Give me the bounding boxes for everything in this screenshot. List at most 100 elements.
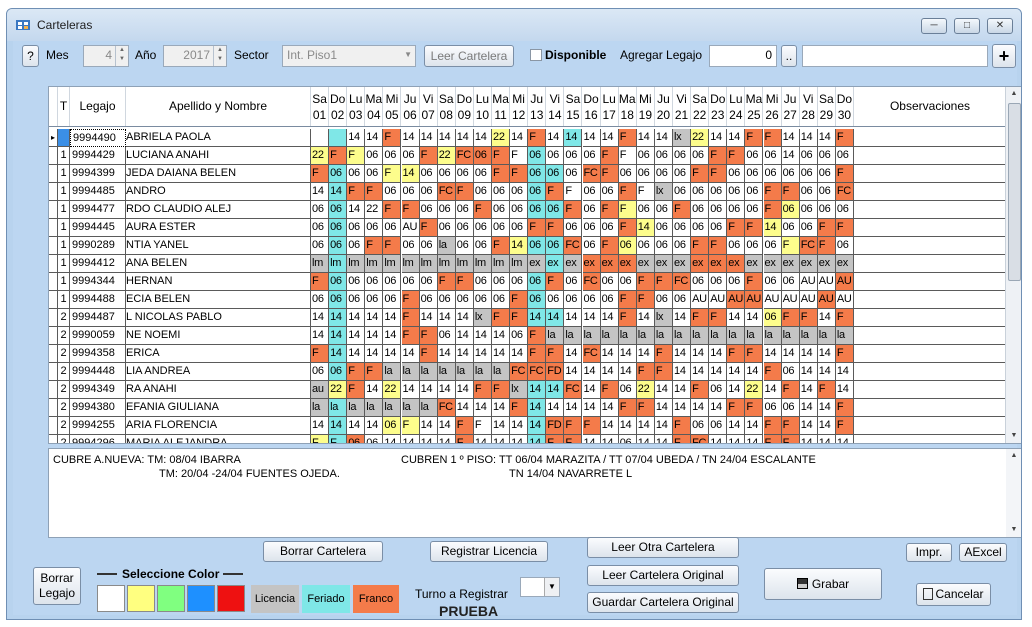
cell-day[interactable]: 06	[709, 219, 728, 237]
mes-spinner[interactable]: 4 ▲ ▼	[83, 45, 129, 67]
cell-day[interactable]: la	[582, 327, 601, 345]
cell-day[interactable]: F	[546, 345, 565, 363]
cell-day[interactable]: F	[455, 183, 474, 201]
cell-day[interactable]: F	[781, 417, 800, 435]
cell-observaciones[interactable]	[854, 255, 1007, 273]
cell-observaciones[interactable]	[854, 291, 1007, 309]
cell-day[interactable]: F	[763, 435, 782, 443]
cell-day[interactable]: 06	[473, 165, 492, 183]
cell-day[interactable]	[329, 129, 348, 147]
cell-day[interactable]: 14	[673, 363, 692, 381]
cell-day[interactable]: 06	[582, 147, 601, 165]
row-indicator[interactable]	[49, 381, 58, 399]
cell-day[interactable]: 06	[709, 381, 728, 399]
cell-day[interactable]: 14	[473, 345, 492, 363]
cell-day[interactable]: ex	[745, 255, 764, 273]
cell-day[interactable]: 06	[817, 201, 836, 219]
cell-day[interactable]: 14	[347, 345, 366, 363]
cell-day[interactable]: F	[835, 129, 854, 147]
anio-spinner[interactable]: 2017 ▲ ▼	[163, 45, 227, 67]
leer-otra-cartelera-button[interactable]: Leer Otra Cartelera	[587, 537, 739, 558]
cell-t[interactable]: 1	[58, 165, 70, 183]
cell-day[interactable]: AU	[799, 273, 818, 291]
sector-select[interactable]: Int. Piso1 ▼	[282, 45, 416, 67]
color-swatch[interactable]	[157, 585, 185, 612]
cell-nombre[interactable]: NE NOEMI	[126, 327, 311, 345]
cell-day[interactable]: FC	[582, 273, 601, 291]
header-day-3[interactable]: Lu 03	[347, 87, 366, 126]
cell-day[interactable]: 14	[691, 363, 710, 381]
cell-day[interactable]: F	[401, 201, 420, 219]
cell-legajo[interactable]: 9994255	[70, 417, 126, 435]
cell-day[interactable]: 14	[510, 417, 529, 435]
row-indicator[interactable]	[49, 399, 58, 417]
cell-day[interactable]: 06	[691, 273, 710, 291]
cell-day[interactable]: F	[546, 273, 565, 291]
cell-day[interactable]: 14	[600, 399, 619, 417]
cell-day[interactable]: 06	[510, 183, 529, 201]
cell-day[interactable]: 06	[691, 147, 710, 165]
mes-spin-arrows[interactable]: ▲ ▼	[115, 46, 128, 66]
cell-day[interactable]: 14	[437, 129, 456, 147]
cell-day[interactable]: 06	[673, 291, 692, 309]
cell-day[interactable]: 06	[419, 165, 438, 183]
row-indicator[interactable]: ▸	[49, 129, 58, 147]
cell-day[interactable]: 14	[673, 381, 692, 399]
cell-observaciones[interactable]	[854, 381, 1007, 399]
header-nombre[interactable]: Apellido y Nombre	[126, 87, 311, 126]
cell-t[interactable]	[58, 129, 70, 147]
table-row[interactable]: 1 9994399 JEDA DAIANA BELEN F 06 06 06 F 14 06 06 0…	[49, 165, 1007, 183]
cell-day[interactable]: 06	[347, 165, 366, 183]
cell-day[interactable]: 14	[383, 435, 402, 443]
impr-button[interactable]: Impr.	[906, 543, 952, 562]
cell-day[interactable]: F	[835, 417, 854, 435]
cell-day[interactable]: 14	[727, 417, 746, 435]
row-indicator[interactable]	[49, 309, 58, 327]
table-row[interactable]: 1 9994429 LUCIANA ANAHI 22 F F 06 06 06 F 22 FC 06 F F…	[49, 147, 1007, 165]
cell-day[interactable]: 14	[582, 435, 601, 443]
cell-day[interactable]: 14	[419, 435, 438, 443]
feriado-legend[interactable]: Feriado	[302, 585, 350, 613]
cell-day[interactable]: 14	[727, 381, 746, 399]
cell-day[interactable]: F	[347, 363, 366, 381]
cell-day[interactable]: 22	[691, 129, 710, 147]
cell-nombre[interactable]: RA ANAHI	[126, 381, 311, 399]
cell-day[interactable]: 06	[763, 165, 782, 183]
cell-day[interactable]: 14	[709, 435, 728, 443]
anio-spin-arrows[interactable]: ▲ ▼	[213, 46, 226, 66]
cell-day[interactable]: 06	[673, 237, 692, 255]
cell-day[interactable]: 06	[528, 147, 547, 165]
cell-day[interactable]: 14	[347, 201, 366, 219]
cell-day[interactable]: F	[709, 147, 728, 165]
table-row[interactable]: 1 9994488 ECIA BELEN 06 06 06 06 06 F 06 06 06 06 06 F…	[49, 291, 1007, 309]
cell-legajo[interactable]: 9990289	[70, 237, 126, 255]
franco-legend[interactable]: Franco	[353, 585, 399, 613]
cell-day[interactable]: 22	[636, 381, 655, 399]
cell-day[interactable]: lx	[510, 381, 529, 399]
cell-day[interactable]: FC	[582, 345, 601, 363]
cell-day[interactable]: 14	[365, 345, 384, 363]
cell-day[interactable]: 14	[727, 363, 746, 381]
cell-day[interactable]: F	[835, 399, 854, 417]
cell-day[interactable]: la	[329, 399, 348, 417]
cell-day[interactable]: 14	[401, 165, 420, 183]
cell-day[interactable]: 06	[691, 219, 710, 237]
cell-day[interactable]: 06	[781, 363, 800, 381]
table-row[interactable]: 2 9994255 ARIA FLORENCIA 14 14 14 14 06 F 14 14 F F 1…	[49, 417, 1007, 435]
cell-day[interactable]: F	[401, 327, 420, 345]
cell-day[interactable]: 22	[329, 381, 348, 399]
cell-day[interactable]: 06	[673, 165, 692, 183]
cell-day[interactable]: 06	[347, 237, 366, 255]
cell-day[interactable]: 14	[455, 327, 474, 345]
cell-day[interactable]: 14	[799, 435, 818, 443]
cell-observaciones[interactable]	[854, 183, 1007, 201]
table-row[interactable]: 1 9994412 ANA BELEN lm lm lm lm lm lm lm lm lm lm lm l…	[49, 255, 1007, 273]
header-day-25[interactable]: Ma 25	[745, 87, 764, 126]
cell-day[interactable]: 06	[673, 147, 692, 165]
grid-vertical-scrollbar[interactable]: ▲ ▼	[1005, 87, 1021, 443]
cell-day[interactable]: 06	[473, 219, 492, 237]
cell-day[interactable]: 06	[709, 201, 728, 219]
cell-day[interactable]: ex	[763, 255, 782, 273]
cell-day[interactable]: 14	[781, 129, 800, 147]
cell-day[interactable]: 06	[510, 201, 529, 219]
